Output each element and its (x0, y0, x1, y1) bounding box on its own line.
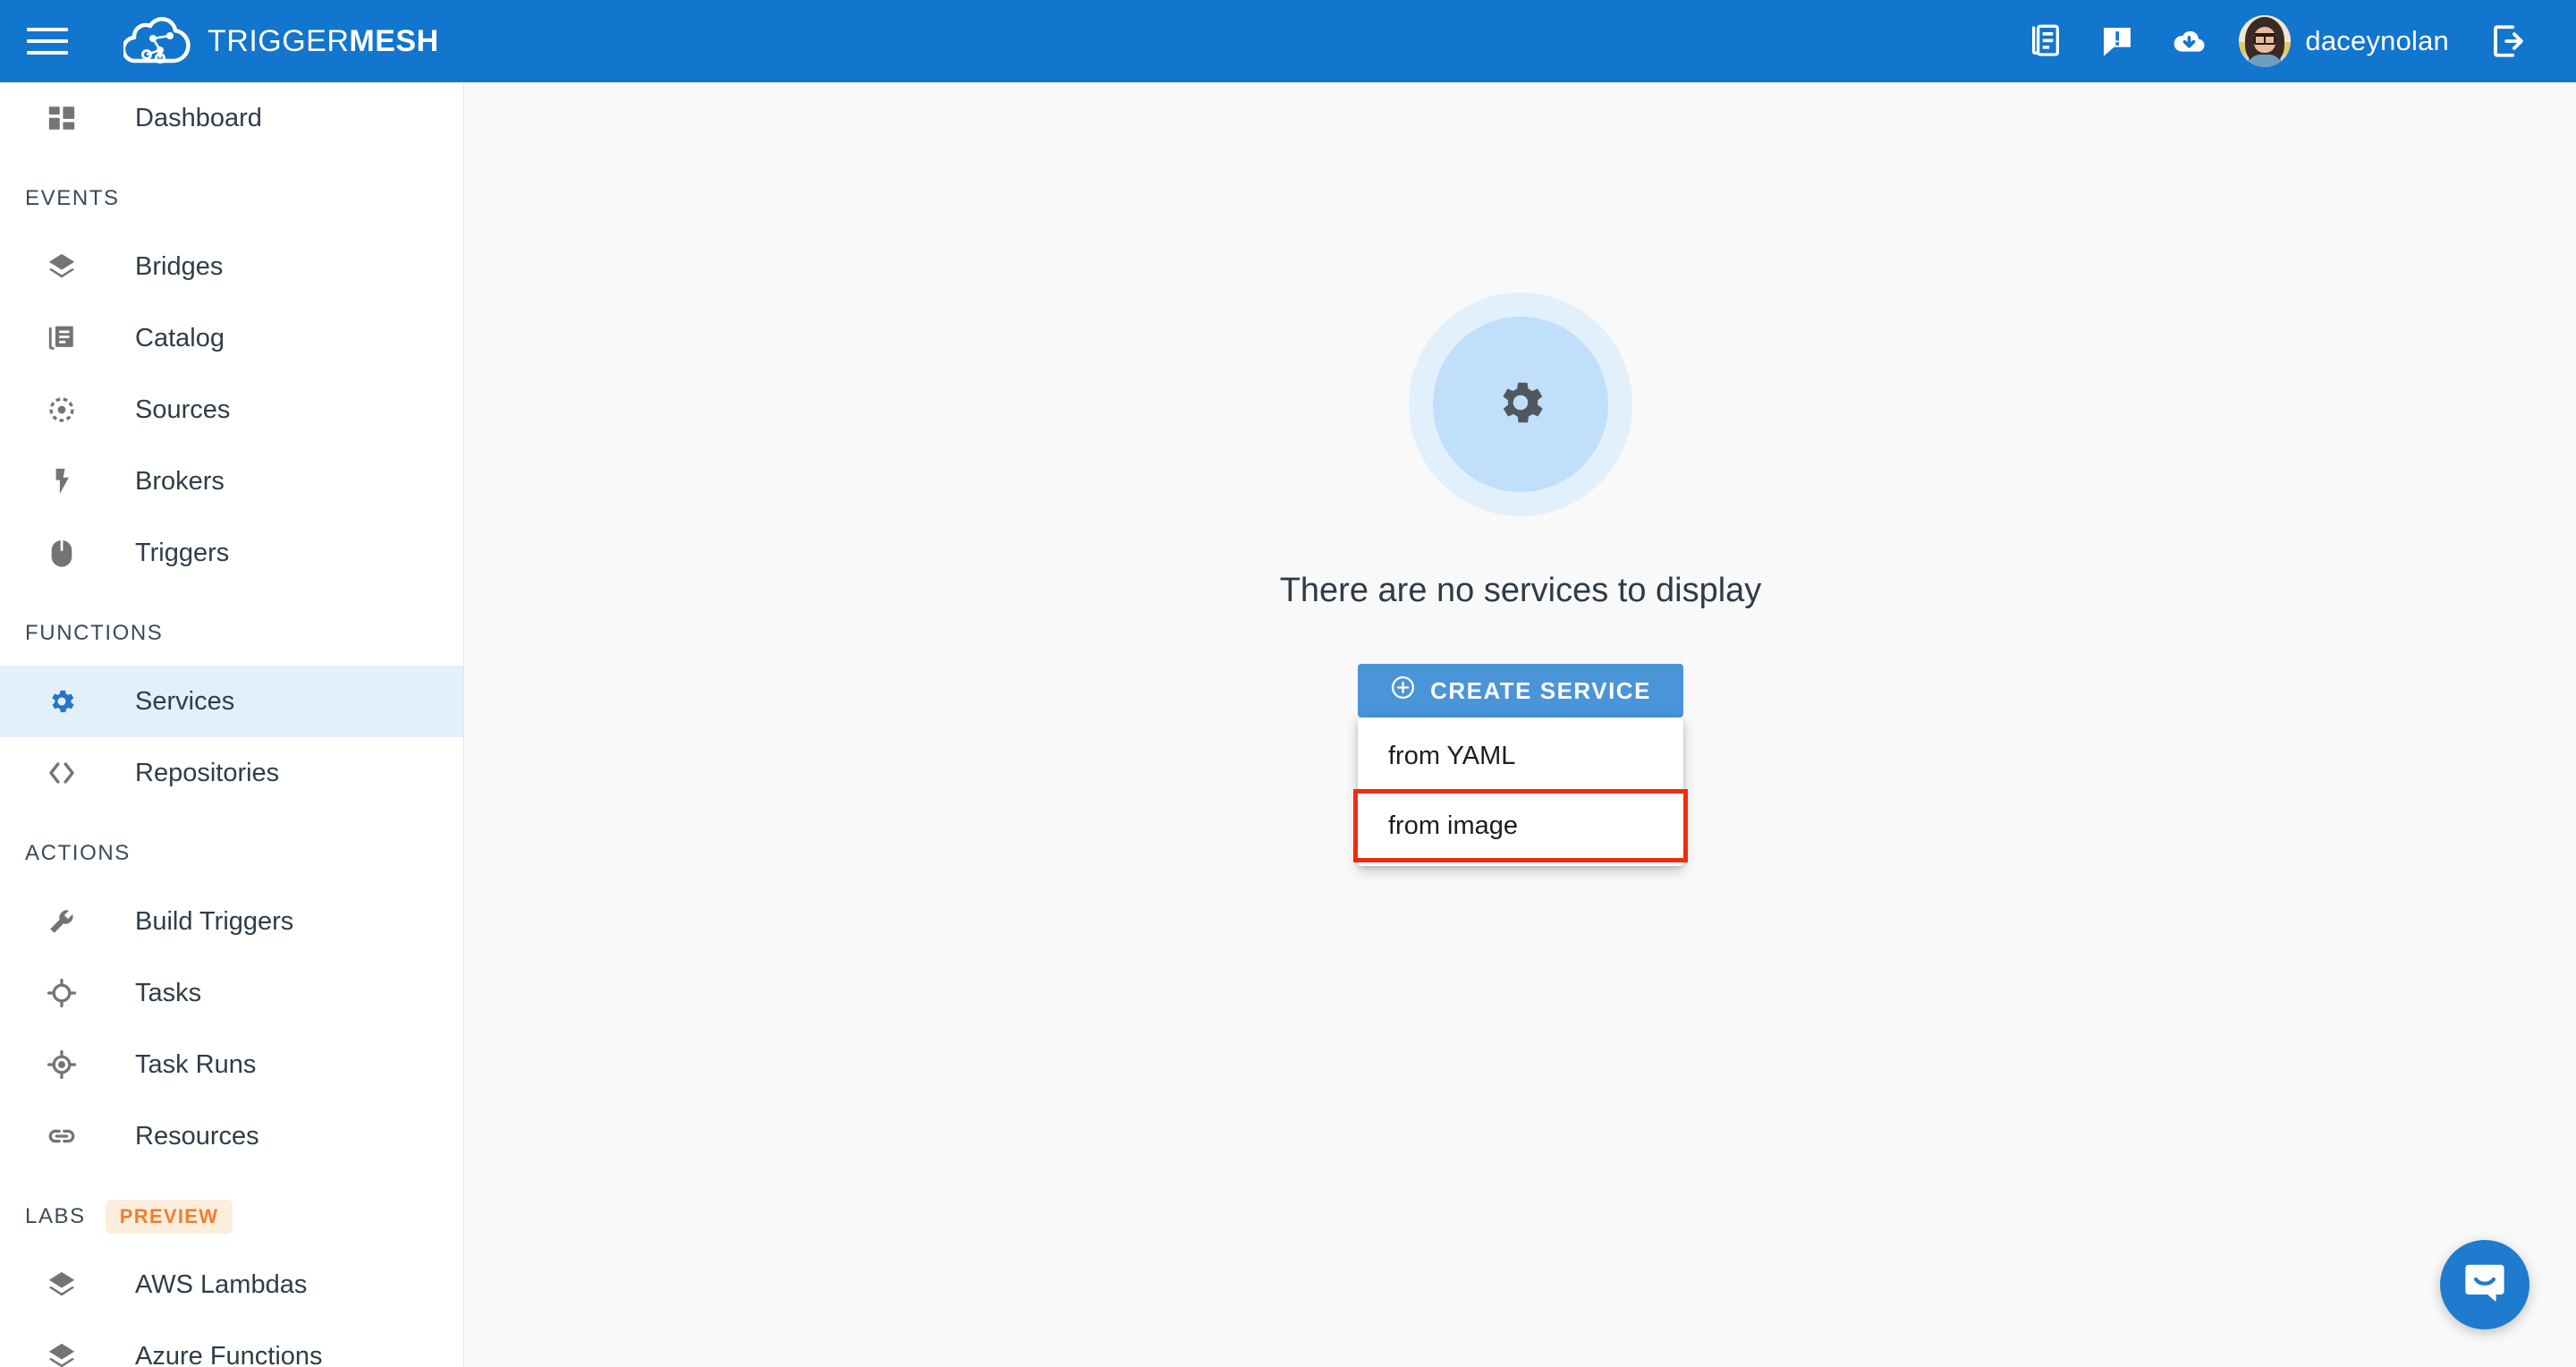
sidebar-item-label: Tasks (135, 978, 202, 1007)
empty-state: There are no services to display CREATE … (465, 293, 2576, 866)
sidebar-item-label: Catalog (135, 323, 225, 352)
target-dot-icon (41, 1044, 82, 1085)
brand-text: TRIGGERMESH (208, 26, 439, 56)
sidebar-item-azure-functions[interactable]: Azure Functions (0, 1320, 463, 1367)
dropdown-option-label: from YAML (1388, 741, 1516, 770)
sidebar-item-triggers[interactable]: Triggers (0, 517, 463, 589)
create-service-group: CREATE SERVICE from YAML from image (1353, 664, 1688, 866)
intercom-launcher-button[interactable] (2440, 1240, 2529, 1329)
code-brackets-icon (41, 752, 82, 794)
header-actions: daceynolan (2010, 14, 2576, 68)
status-badge: PREVIEW (105, 1200, 233, 1234)
sidebar-item-label: Brokers (135, 466, 225, 496)
dropdown-option-from-yaml[interactable]: from YAML (1358, 733, 1683, 779)
sidebar-item-label: Task Runs (135, 1049, 257, 1079)
create-service-button[interactable]: CREATE SERVICE (1358, 664, 1683, 717)
sidebar-item-label: Sources (135, 395, 231, 424)
sidebar-item-brokers[interactable]: Brokers (0, 446, 463, 517)
sidebar-item-task-runs[interactable]: Task Runs (0, 1029, 463, 1100)
triggermesh-cloud-icon (121, 16, 191, 66)
layers-icon (41, 1336, 82, 1367)
sidebar-section-label: EVENTS (25, 186, 120, 210)
docs-icon[interactable] (2010, 14, 2081, 68)
create-service-label: CREATE SERVICE (1430, 676, 1651, 704)
sidebar-item-aws-lambdas[interactable]: AWS Lambdas (0, 1249, 463, 1320)
avatar-body (2248, 55, 2283, 67)
sidebar-item-bridges[interactable]: Bridges (0, 231, 463, 302)
main-content: There are no services to display CREATE … (465, 82, 2576, 1367)
dropdown-option-from-image[interactable]: from image (1353, 789, 1688, 862)
source-dot-icon (41, 389, 82, 430)
layers-icon (41, 1264, 82, 1305)
app-root: TRIGGERMESH daceynolan Dashboard EVENTS … (0, 0, 2576, 1367)
logout-icon[interactable] (2472, 14, 2544, 68)
sidebar-item-sources[interactable]: Sources (0, 374, 463, 446)
hamburger-bar (27, 39, 68, 43)
sidebar-item-dashboard[interactable]: Dashboard (0, 82, 463, 154)
mouse-icon (41, 532, 82, 573)
empty-state-illustration (1409, 293, 1632, 516)
sidebar-item-repositories[interactable]: Repositories (0, 737, 463, 809)
sidebar-item-label: Build Triggers (135, 906, 294, 936)
layers-icon (41, 246, 82, 287)
sidebar-section-label: LABS (25, 1204, 86, 1228)
target-ring-icon (41, 972, 82, 1014)
sidebar[interactable]: Dashboard EVENTS Bridges Catalog Sources… (0, 82, 464, 1367)
dashboard-icon (41, 98, 82, 139)
hamburger-bar (27, 51, 68, 55)
sidebar-section-events: EVENTS (0, 166, 463, 231)
gear-icon (1493, 375, 1548, 435)
brand-text-second: MESH (349, 24, 439, 58)
sidebar-item-resources[interactable]: Resources (0, 1100, 463, 1172)
wrench-icon (41, 901, 82, 942)
hamburger-bar (27, 28, 68, 31)
username-label: daceynolan (2305, 25, 2449, 56)
sidebar-section-labs: LABS PREVIEW (0, 1184, 463, 1249)
sidebar-item-label: Bridges (135, 251, 224, 281)
sidebar-item-services[interactable]: Services (0, 666, 463, 737)
gear-icon (41, 681, 82, 722)
hamburger-menu-icon[interactable] (27, 21, 77, 61)
catalog-icon (41, 318, 82, 359)
sidebar-section-functions: FUNCTIONS (0, 601, 463, 666)
create-service-dropdown: from YAML from image (1353, 717, 1688, 866)
sidebar-section-label: FUNCTIONS (25, 621, 164, 645)
dropdown-option-label: from image (1388, 811, 1519, 840)
sidebar-item-tasks[interactable]: Tasks (0, 957, 463, 1029)
top-header: TRIGGERMESH daceynolan (0, 0, 2576, 82)
feedback-icon[interactable] (2081, 14, 2153, 68)
sidebar-item-catalog[interactable]: Catalog (0, 302, 463, 374)
sidebar-item-label: Repositories (135, 758, 280, 787)
chat-bubble-icon (2461, 1259, 2509, 1312)
link-icon (41, 1116, 82, 1157)
sidebar-item-label: Azure Functions (135, 1341, 323, 1367)
sidebar-item-label: Dashboard (135, 103, 262, 132)
sidebar-item-label: AWS Lambdas (135, 1269, 308, 1299)
empty-state-message: There are no services to display (1279, 572, 1762, 609)
empty-state-circle-inner (1433, 317, 1608, 492)
sidebar-section-label: ACTIONS (25, 841, 131, 865)
sidebar-item-label: Triggers (135, 538, 230, 567)
bolt-icon (41, 461, 82, 502)
sidebar-item-build-triggers[interactable]: Build Triggers (0, 886, 463, 957)
brand-logo-link[interactable]: TRIGGERMESH (121, 16, 439, 66)
sidebar-item-label: Resources (135, 1121, 259, 1150)
plus-circle-icon (1390, 675, 1416, 707)
avatar-glasses (2254, 33, 2276, 45)
sidebar-section-actions: ACTIONS (0, 821, 463, 886)
brand-text-first: TRIGGER (208, 24, 350, 58)
sidebar-item-label: Services (135, 686, 235, 716)
avatar[interactable] (2239, 15, 2292, 67)
cloud-download-icon[interactable] (2153, 14, 2224, 68)
